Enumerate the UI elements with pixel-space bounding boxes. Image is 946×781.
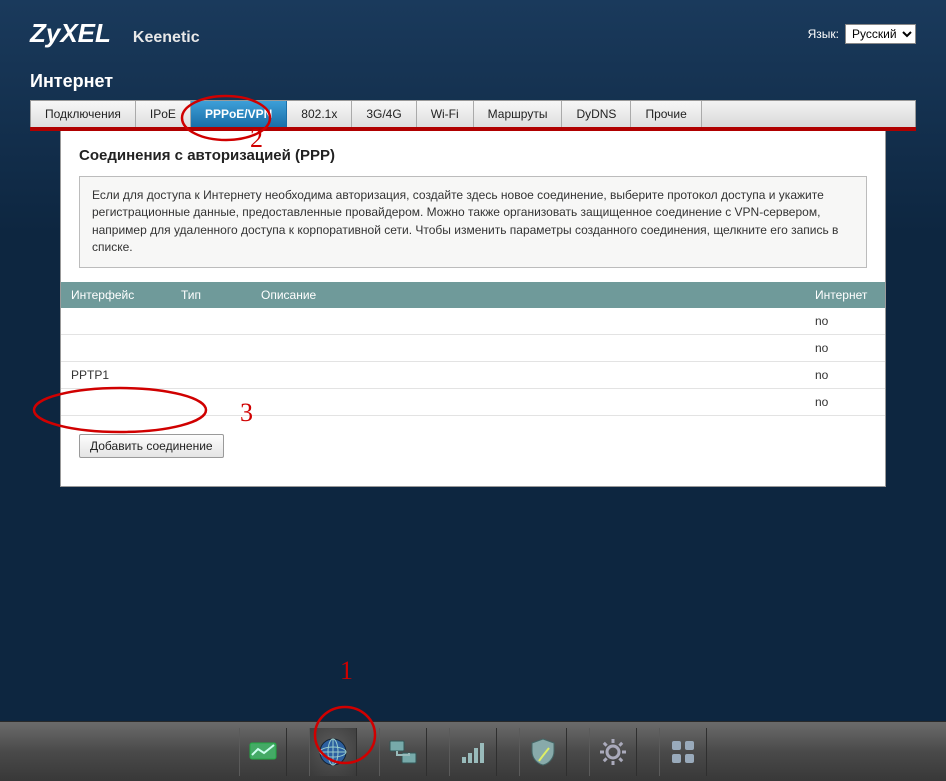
cell-internet: no (805, 361, 885, 388)
cell-iface (61, 388, 171, 415)
wifi-bars-button[interactable] (449, 728, 497, 776)
cell-internet: no (805, 388, 885, 415)
gear-button[interactable] (589, 728, 637, 776)
tab-ipoe[interactable]: IPoE (136, 101, 191, 127)
tab--[interactable]: Подключения (31, 101, 136, 127)
logo: ZyXEL (30, 18, 111, 49)
cell-type (171, 334, 251, 361)
monitor-button[interactable] (239, 728, 287, 776)
tab--[interactable]: Маршруты (474, 101, 563, 127)
tabs: ПодключенияIPoEPPPoE/VPN802.1x3G/4GWi-Fi… (30, 100, 916, 127)
table-row[interactable]: PPTP1 no (61, 361, 885, 388)
table-row[interactable]: no (61, 308, 885, 335)
tab-pppoe-vpn[interactable]: PPPoE/VPN (191, 101, 287, 127)
apps-grid-button[interactable] (659, 728, 707, 776)
col-type: Тип (171, 282, 251, 308)
annotation-1: 1 (340, 656, 353, 686)
lan-icon (386, 735, 420, 769)
bottom-dock (0, 721, 946, 781)
shield-icon (526, 735, 560, 769)
product-name: Keenetic (133, 29, 200, 47)
cell-desc (251, 388, 805, 415)
cell-iface: PPTP1 (61, 361, 171, 388)
language-selector: Язык: Русский (808, 24, 916, 44)
shield-button[interactable] (519, 728, 567, 776)
globe-button[interactable] (309, 728, 357, 776)
cell-iface (61, 308, 171, 335)
wifi-bars-icon (456, 735, 490, 769)
panel-info: Если для доступа к Интернету необходима … (79, 176, 867, 268)
lan-button[interactable] (379, 728, 427, 776)
language-select[interactable]: Русский (845, 24, 916, 44)
cell-desc (251, 334, 805, 361)
globe-icon (316, 735, 350, 769)
table-row[interactable]: no (61, 334, 885, 361)
add-connection-button[interactable]: Добавить соединение (79, 434, 224, 458)
cell-type (171, 308, 251, 335)
table-row[interactable]: no (61, 388, 885, 415)
tab-802-1x[interactable]: 802.1x (287, 101, 352, 127)
col-internet: Интернет (805, 282, 885, 308)
connections-table: Интерфейс Тип Описание Интернет nonoPPTP… (61, 282, 885, 416)
cell-iface (61, 334, 171, 361)
col-description: Описание (251, 282, 805, 308)
cell-internet: no (805, 308, 885, 335)
apps-grid-icon (666, 735, 700, 769)
cell-type (171, 388, 251, 415)
page-title: Интернет (0, 59, 946, 100)
monitor-icon (246, 735, 280, 769)
header: ZyXEL Keenetic Язык: Русский (0, 0, 946, 59)
language-label: Язык: (808, 27, 839, 41)
panel-title: Соединения с авторизацией (PPP) (61, 131, 885, 176)
tab--[interactable]: Прочие (631, 101, 701, 127)
tab-3g-4g[interactable]: 3G/4G (352, 101, 416, 127)
tab-dydns[interactable]: DyDNS (562, 101, 631, 127)
gear-icon (596, 735, 630, 769)
col-interface: Интерфейс (61, 282, 171, 308)
content-panel: Соединения с авторизацией (PPP) Если для… (60, 131, 886, 487)
cell-desc (251, 361, 805, 388)
cell-type (171, 361, 251, 388)
tab-wi-fi[interactable]: Wi-Fi (417, 101, 474, 127)
cell-internet: no (805, 334, 885, 361)
cell-desc (251, 308, 805, 335)
